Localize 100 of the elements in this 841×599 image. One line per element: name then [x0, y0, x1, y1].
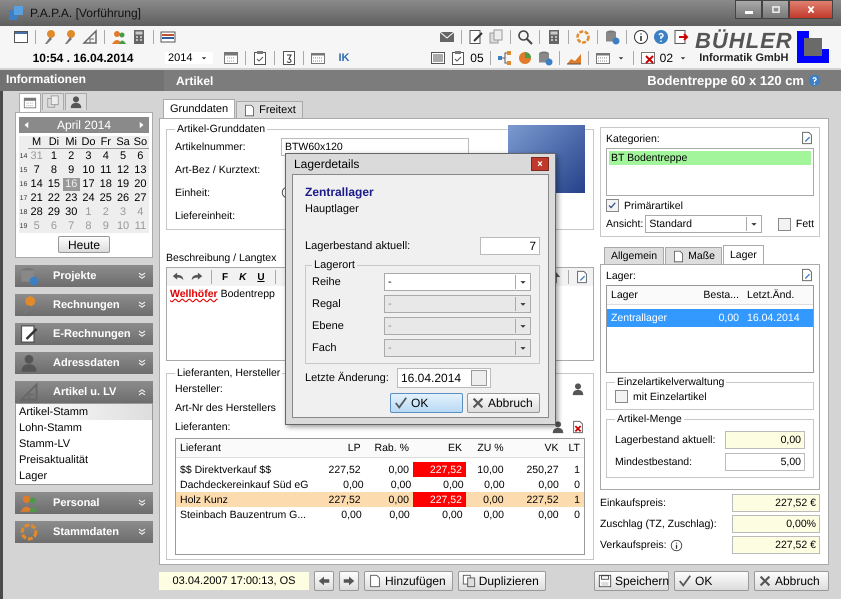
column-header[interactable]: EK [412, 439, 466, 457]
tab[interactable]: Lager [722, 245, 764, 264]
triangle-ruler-icon[interactable] [82, 28, 98, 44]
calendar-day[interactable]: 18 [97, 178, 114, 191]
calendar-day[interactable]: 1 [45, 150, 63, 163]
calendar-day[interactable]: 20 [132, 178, 149, 191]
search-icon[interactable] [517, 28, 533, 44]
column-header[interactable]: Rab. % [364, 439, 413, 457]
checkbox[interactable] [778, 218, 791, 230]
edit-document-icon[interactable] [800, 131, 814, 145]
network-icon[interactable] [496, 50, 513, 66]
window-icon[interactable] [13, 28, 29, 44]
clipboard-icon[interactable] [252, 50, 268, 66]
close-button[interactable] [531, 157, 549, 171]
nav-item[interactable]: Stamm-LV [16, 436, 152, 452]
column-header[interactable]: Lieferant [176, 439, 309, 457]
calendar-day[interactable]: 6 [132, 150, 149, 163]
category-item[interactable]: BT Bodentreppe [609, 151, 811, 165]
pin-icon[interactable] [42, 28, 58, 44]
barcode-icon[interactable] [430, 50, 446, 66]
format-button[interactable]: K [236, 272, 250, 282]
calendar-icon[interactable] [223, 50, 240, 66]
view-dropdown[interactable]: Standard [645, 215, 762, 233]
calculator-icon[interactable] [131, 28, 147, 44]
close-button[interactable] [789, 0, 833, 19]
calendar-day[interactable]: 12 [114, 164, 132, 177]
table-row[interactable]: Steinbach Bauzentrum G... 0,00 0,00 0,00 0,00 0,00 0 [176, 507, 584, 522]
format-button[interactable]: U [254, 272, 268, 282]
ik-link[interactable]: IK [338, 52, 350, 64]
calendar-x-icon[interactable] [640, 50, 656, 66]
info-tab[interactable] [19, 93, 41, 112]
nav-group-header[interactable]: Stammdaten [15, 521, 153, 543]
calendar-day[interactable]: 28 [28, 206, 46, 219]
nav-item[interactable]: Lager [16, 468, 152, 484]
info-icon[interactable] [633, 28, 649, 44]
column-header[interactable]: LT [562, 439, 584, 457]
people-icon[interactable] [111, 28, 127, 44]
date-field[interactable]: 16.04.2014 [397, 368, 491, 388]
nav-item[interactable]: Artikel-Stamm [16, 404, 152, 420]
database-icon[interactable] [536, 50, 553, 66]
calendar-day[interactable]: 7 [28, 164, 46, 177]
minimize-button[interactable] [735, 0, 762, 19]
tab[interactable]: Freitext [236, 101, 303, 118]
calendar-day[interactable]: 23 [62, 192, 80, 205]
calculator-icon[interactable] [546, 28, 562, 44]
column-header[interactable]: VK [508, 439, 563, 457]
quantity-field[interactable]: 0,00 [725, 431, 805, 449]
info-icon[interactable] [670, 538, 683, 552]
location-dropdown[interactable]: - [384, 273, 531, 291]
column-header[interactable]: Besta... [695, 286, 743, 304]
nav-group-header[interactable]: Personal [15, 492, 153, 514]
save-button[interactable]: Speichern [594, 571, 669, 591]
calendar-day[interactable]: 27 [132, 192, 149, 205]
calendar-day[interactable]: 25 [97, 192, 114, 205]
nav-group-header[interactable]: E-Rechnungen [15, 323, 153, 345]
quantity-field[interactable]: 5,00 [725, 453, 805, 471]
next-button[interactable] [339, 571, 359, 591]
calendar-day[interactable]: 14 [28, 178, 46, 191]
database-icon[interactable] [604, 28, 620, 44]
nav-group-header[interactable]: Projekte [15, 265, 153, 287]
table-row[interactable]: $$ Direktverkauf $$ 227,52 0,00 227,52 10,00 250,27 1 [176, 462, 584, 477]
nav-item[interactable]: Lohn-Stamm [16, 420, 152, 436]
exit-icon[interactable] [673, 28, 689, 44]
person-icon[interactable] [571, 382, 585, 396]
calendar-day[interactable]: 9 [62, 164, 80, 177]
year-dropdown[interactable]: 2014 [165, 52, 214, 64]
nav-group-header[interactable]: Adressdaten [15, 352, 153, 374]
calendar-day[interactable]: 4 [97, 150, 114, 163]
calendar-day[interactable]: 15 [45, 178, 63, 191]
person-icon[interactable] [551, 420, 565, 434]
maximize-button[interactable] [762, 0, 789, 19]
table-row[interactable]: Dachdeckereinkauf Süd eG 0,00 0,00 0,00 0,00 0,00 0 [176, 477, 584, 492]
calendar-day[interactable]: 11 [97, 164, 114, 177]
clipboard-icon[interactable] [450, 50, 466, 66]
edit-document-icon[interactable] [800, 268, 814, 282]
nav-group-header[interactable]: Rechnungen [15, 294, 153, 316]
format-button[interactable]: F [219, 272, 232, 282]
calendar-day-icon[interactable] [281, 50, 298, 66]
person-remove-icon[interactable] [571, 420, 585, 434]
edit-icon[interactable] [468, 28, 484, 44]
table-row[interactable]: Holz Kunz 227,52 0,00 227,52 0,00 227,52 1 [176, 492, 584, 507]
tab[interactable]: Allgemein [604, 247, 664, 264]
calendar-day[interactable]: 17 [80, 178, 98, 191]
calendar-day[interactable]: 21 [28, 192, 46, 205]
calendar-day[interactable]: 8 [45, 164, 63, 177]
column-header[interactable]: ZU % [466, 439, 508, 457]
nav-group-header[interactable]: Artikel u. LV [15, 381, 153, 403]
ok-button[interactable]: OK [390, 393, 463, 413]
calendar-day[interactable]: 5 [114, 150, 132, 163]
cancel-button[interactable]: Abbruch [754, 571, 829, 591]
calendar-day[interactable]: 19 [114, 178, 132, 191]
cancel-button[interactable]: Abbruch [467, 393, 540, 413]
today-button[interactable]: Heute [58, 236, 110, 253]
duplicate-button[interactable]: Duplizieren [458, 571, 546, 591]
calendar-day[interactable]: 2 [62, 150, 80, 163]
checkbox[interactable] [615, 390, 628, 403]
nav-item[interactable]: Preisaktualität [16, 452, 152, 468]
calendar-day[interactable]: 30 [62, 206, 80, 219]
column-header[interactable]: Letzt.Änd. [743, 286, 801, 304]
tab[interactable]: Grunddaten [163, 99, 236, 118]
